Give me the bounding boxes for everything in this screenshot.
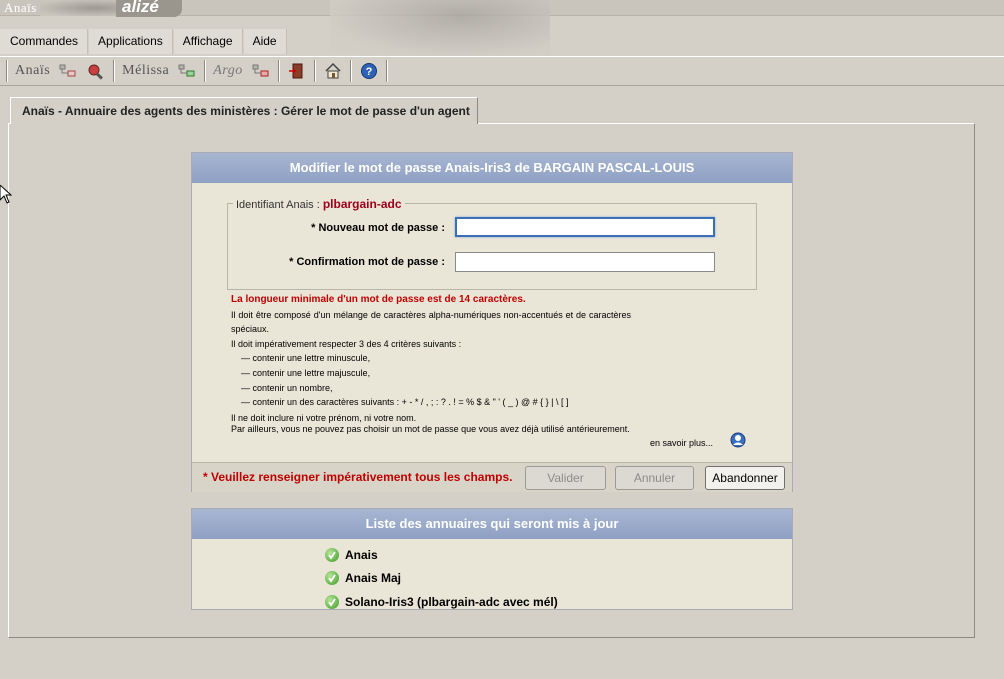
menu-bar: Commandes Applications Affichage Aide bbox=[0, 29, 288, 54]
help-bubble-icon[interactable] bbox=[729, 431, 747, 449]
anais-app-button[interactable]: Anaïs bbox=[11, 63, 54, 79]
mouse-cursor-icon bbox=[0, 184, 13, 205]
rule-criterion: — contenir un nombre, bbox=[241, 382, 333, 393]
check-icon bbox=[325, 571, 339, 586]
directories-list: Anais Anais Maj Solano-Iris3 (plbargain-… bbox=[325, 543, 558, 614]
menu-affichage[interactable]: Affichage bbox=[173, 29, 243, 54]
password-rules: La longueur minimale d'un mot de passe e… bbox=[231, 293, 631, 435]
search-person-icon[interactable] bbox=[85, 60, 107, 82]
more-info-link[interactable]: en savoir plus... bbox=[650, 438, 713, 448]
rule-criterion: — contenir un des caractères suivants : … bbox=[241, 397, 569, 408]
form-title: Modifier le mot de passe Anais-Iris3 de … bbox=[192, 153, 792, 183]
list-item: Anais bbox=[325, 543, 558, 567]
tab-manage-password[interactable]: Anaïs - Annuaire des agents des ministèr… bbox=[10, 97, 478, 124]
required-fields-note: * Veuillez renseigner impérativement tou… bbox=[203, 470, 513, 484]
directories-title: Liste des annuaires qui seront mis à jou… bbox=[192, 509, 792, 539]
list-item: Solano-Iris3 (plbargain-adc avec mél) bbox=[325, 590, 558, 614]
menu-aide[interactable]: Aide bbox=[243, 29, 287, 54]
exit-door-icon[interactable] bbox=[286, 60, 308, 82]
toolbar-separator bbox=[6, 60, 8, 82]
check-icon bbox=[325, 547, 339, 562]
rule-criteria-intro: Il doit impérativement respecter 3 des 4… bbox=[231, 338, 462, 349]
directory-name: Anais Maj bbox=[345, 571, 402, 586]
menu-applications[interactable]: Applications bbox=[89, 29, 173, 54]
menu-commandes[interactable]: Commandes bbox=[0, 29, 89, 54]
argo-tree-icon[interactable] bbox=[250, 60, 272, 82]
melissa-app-button[interactable]: Mélissa bbox=[118, 63, 173, 79]
toolbar-separator bbox=[313, 60, 316, 82]
identifiant-value: plbargain-adc bbox=[322, 197, 402, 211]
argo-app-button[interactable]: Argo bbox=[209, 63, 246, 79]
new-password-label: * Nouveau mot de passe : bbox=[311, 222, 445, 234]
app-header: Anaïs alizé Commandes Applications Affic… bbox=[0, 0, 1004, 56]
directory-name: Anais bbox=[345, 547, 378, 562]
rule-min-length: La longueur minimale d'un mot de passe e… bbox=[231, 294, 526, 305]
validate-button[interactable]: Valider bbox=[525, 466, 606, 490]
toolbar-separator bbox=[277, 60, 280, 82]
rule-criterion: — contenir une lettre majuscule, bbox=[241, 367, 371, 378]
directory-name: Solano-Iris3 (plbargain-adc avec mél) bbox=[345, 594, 558, 609]
help-icon[interactable]: ? bbox=[358, 60, 380, 82]
directories-box: Liste des annuaires qui seront mis à jou… bbox=[191, 508, 793, 610]
confirm-password-input[interactable] bbox=[455, 252, 715, 272]
home-icon[interactable] bbox=[322, 60, 344, 82]
melissa-tree-icon[interactable] bbox=[176, 60, 198, 82]
toolbar-separator bbox=[385, 60, 388, 82]
form-footer: * Veuillez renseigner impérativement tou… bbox=[192, 462, 792, 492]
password-form: Modifier le mot de passe Anais-Iris3 de … bbox=[191, 152, 793, 492]
cancel-button[interactable]: Annuler bbox=[615, 466, 694, 490]
svg-text:?: ? bbox=[365, 66, 372, 78]
new-password-input[interactable] bbox=[455, 217, 715, 237]
identifiant-label: Identifiant Anais : bbox=[236, 199, 320, 211]
check-icon bbox=[325, 594, 339, 609]
rule-composition: Il doit être composé d'un mélange de car… bbox=[231, 309, 631, 335]
anais-tree-icon[interactable] bbox=[57, 60, 79, 82]
toolbar-separator bbox=[204, 60, 207, 82]
rule-no-reuse: Par ailleurs, vous ne pouvez pas choisir… bbox=[231, 423, 630, 434]
toolbar-separator bbox=[349, 60, 352, 82]
toolbar-separator bbox=[113, 60, 116, 82]
list-item: Anais Maj bbox=[325, 567, 558, 591]
rule-no-name: Il ne doit inclure ni votre prénom, ni v… bbox=[231, 412, 417, 423]
toolbar: Anaïs Mélissa Argo ? bbox=[0, 56, 1004, 86]
confirm-password-label: * Confirmation mot de passe : bbox=[289, 256, 445, 268]
identifiant-legend: Identifiant Anais : plbargain-adc bbox=[233, 197, 405, 211]
rule-criterion: — contenir une lettre minuscule, bbox=[241, 353, 371, 364]
app-name: Anaïs bbox=[4, 0, 37, 15]
abandon-button[interactable]: Abandonner bbox=[705, 466, 785, 490]
suite-name: alizé bbox=[116, 0, 182, 17]
header-portrait-decoration bbox=[330, 0, 550, 56]
